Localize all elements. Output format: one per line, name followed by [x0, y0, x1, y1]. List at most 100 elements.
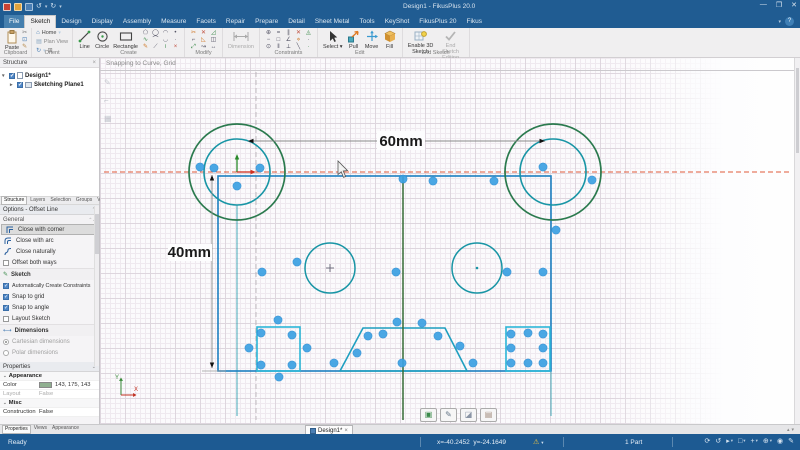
offset-both-ways-checkbox[interactable]: [3, 260, 9, 266]
menu-tab-sketch[interactable]: Sketch: [24, 15, 56, 28]
menu-tab-assembly[interactable]: Assembly: [118, 15, 156, 28]
sketch-point[interactable]: [393, 318, 401, 326]
zoom-icon[interactable]: ⊕▾: [763, 437, 772, 445]
color-property-row[interactable]: Color 143, 175, 143: [0, 381, 99, 390]
sketch-point[interactable]: [539, 344, 547, 352]
sketch-point[interactable]: [399, 175, 407, 183]
tab-groups[interactable]: Groups: [74, 197, 94, 204]
cut-icon[interactable]: ✂: [22, 30, 27, 36]
tab-structure[interactable]: Structure: [1, 196, 27, 205]
plan-view-button[interactable]: ▤Plan View: [36, 39, 68, 46]
menu-tab-sheet-metal[interactable]: Sheet Metal: [310, 15, 355, 28]
sketch-point[interactable]: [418, 319, 426, 327]
close-with-arc-option[interactable]: Close with arc: [0, 235, 99, 246]
sketch-point[interactable]: [288, 361, 296, 369]
color-swatch[interactable]: [39, 382, 52, 388]
sketch-point[interactable]: [507, 330, 515, 338]
open-folder-icon[interactable]: [14, 3, 22, 11]
menu-tab-prepare[interactable]: Prepare: [250, 15, 283, 28]
menu-tab-fikus[interactable]: Fikus: [461, 15, 487, 28]
sketch-point[interactable]: [456, 342, 464, 350]
spin-icon[interactable]: ⟳: [704, 437, 710, 445]
sketch-point[interactable]: [469, 359, 477, 367]
qat-caret-icon[interactable]: ▾: [59, 4, 62, 10]
sketch-point[interactable]: [257, 361, 265, 369]
window-select-icon[interactable]: □▾: [738, 438, 746, 445]
close-naturally-option[interactable]: Close naturally: [0, 246, 99, 257]
snap-to-grid-option[interactable]: Snap to grid: [0, 291, 99, 302]
sketch-canvas[interactable]: Snapping to Curve, Grid ✎ ⌐ ▦ 60mm40mm Y…: [100, 58, 794, 424]
sketch-point[interactable]: [274, 316, 282, 324]
sketch-section-header[interactable]: ✎ Sketch: [0, 268, 99, 280]
layout-sketch-option[interactable]: Layout Sketch: [0, 313, 99, 324]
sketch-point[interactable]: [258, 268, 266, 276]
modify-tool-grid[interactable]: ✂✕◿ ⌐◺◫ ⤢↝↔: [189, 30, 218, 51]
save-icon[interactable]: [25, 3, 33, 11]
auto-constraints-checkbox[interactable]: [3, 283, 9, 289]
dimensions-section-header[interactable]: ⟷ Dimensions: [0, 324, 99, 336]
polar-dimensions-option[interactable]: Polar dimensions: [0, 347, 99, 358]
dimension-button[interactable]: Dimension: [227, 30, 255, 50]
undo-caret-icon[interactable]: ▾: [45, 4, 48, 10]
sketch-point[interactable]: [524, 329, 532, 337]
tab-properties[interactable]: Properties: [2, 425, 31, 434]
visibility-checkbox[interactable]: [17, 82, 23, 88]
sketch-point[interactable]: [233, 182, 241, 190]
snap-to-angle-checkbox[interactable]: [3, 305, 9, 311]
sketch-point[interactable]: [392, 268, 400, 276]
tab-selection[interactable]: Selection: [48, 197, 73, 204]
sketch-point[interactable]: [490, 177, 498, 185]
select-icon[interactable]: ▸▾: [726, 437, 733, 445]
close-tab-icon[interactable]: ×: [344, 428, 348, 434]
menu-tab-measure[interactable]: Measure: [156, 15, 191, 28]
cartesian-radio[interactable]: [3, 339, 9, 345]
sketch-point[interactable]: [293, 258, 301, 266]
snap-to-angle-option[interactable]: Snap to angle: [0, 302, 99, 313]
sketch-point[interactable]: [275, 373, 283, 381]
line-button[interactable]: Line: [77, 30, 92, 50]
undo-icon[interactable]: ↺: [36, 3, 42, 11]
constraints-tool-grid[interactable]: ⊕=∥✕◬ −□∠⋄· ⊙‖⟂╲·: [264, 30, 313, 51]
redo-icon[interactable]: ↻: [50, 3, 56, 11]
menu-tab-fikusplus-20[interactable]: FikusPlus 20: [414, 15, 461, 28]
menu-tab-facets[interactable]: Facets: [191, 15, 221, 28]
help-icon[interactable]: ?: [785, 17, 794, 26]
canvas-toolbar-button[interactable]: ✎: [440, 408, 457, 422]
menu-tab-display[interactable]: Display: [87, 15, 118, 28]
fill-button[interactable]: Fill: [382, 30, 398, 50]
maximize-button[interactable]: ❐: [776, 1, 782, 9]
expander-icon[interactable]: ▸: [10, 82, 15, 88]
home-view-icon[interactable]: ◉: [777, 437, 783, 445]
sketch-point[interactable]: [588, 176, 596, 184]
tab-layers[interactable]: Layers: [28, 197, 47, 204]
pan-icon[interactable]: +▾: [751, 438, 758, 445]
sketch-point[interactable]: [256, 164, 264, 172]
canvas-toolbar-button[interactable]: ▤: [480, 408, 497, 422]
sketch-point[interactable]: [398, 359, 406, 367]
rectangle-button[interactable]: Rectangle: [112, 30, 139, 50]
layout-sketch-checkbox[interactable]: [3, 316, 9, 322]
home-view-button[interactable]: ⌂Home▾: [36, 30, 61, 37]
sketch-point[interactable]: [539, 268, 547, 276]
app-icon[interactable]: [3, 3, 11, 11]
polar-radio[interactable]: [3, 350, 9, 356]
sketch-point[interactable]: [196, 163, 204, 171]
sketch-icon[interactable]: ✎: [788, 437, 794, 445]
tab-appearance[interactable]: Appearance: [50, 425, 81, 434]
create-tool-grid[interactable]: ⬠◯◠• ∿⌒◡· ✎⟋≀×: [141, 30, 180, 51]
canvas-toolbar-button[interactable]: ◪: [460, 408, 477, 422]
sketch-point[interactable]: [539, 359, 547, 367]
tab-views[interactable]: Views: [32, 425, 49, 434]
expander-icon[interactable]: ▾: [2, 73, 7, 79]
move-button[interactable]: Move: [364, 30, 380, 50]
sketch-point[interactable]: [507, 344, 515, 352]
sketch-point[interactable]: [353, 349, 361, 357]
panel-scrollbar[interactable]: [94, 206, 99, 366]
sketch-point[interactable]: [364, 332, 372, 340]
warning-indicator[interactable]: ⚠ ▾: [533, 438, 544, 446]
construction-property-row[interactable]: Construction False: [0, 408, 99, 417]
paste-button[interactable]: Paste: [4, 30, 20, 51]
tab-scroll-arrows[interactable]: ▴▾: [787, 427, 796, 433]
menu-tab-repair[interactable]: Repair: [221, 15, 250, 28]
cartesian-dimensions-option[interactable]: Cartesian dimensions: [0, 336, 99, 347]
